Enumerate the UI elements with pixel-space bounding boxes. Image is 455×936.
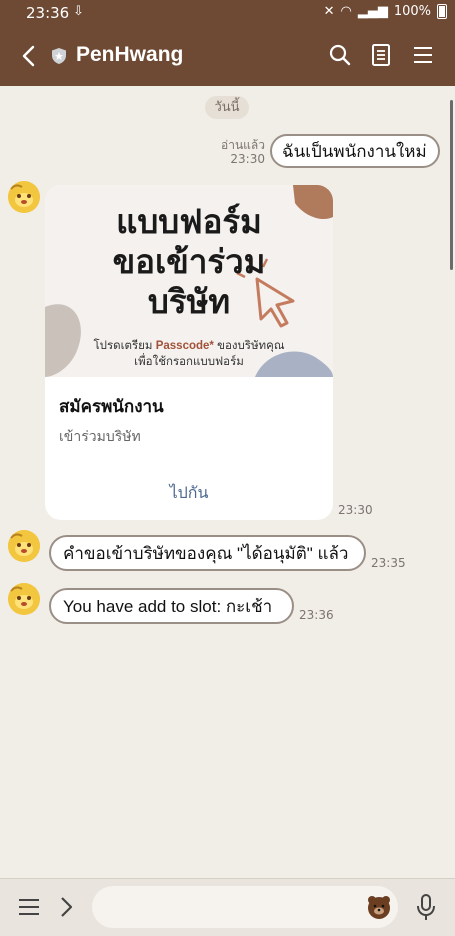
card-image-title-line3: บริษัท — [147, 283, 231, 320]
subtitle-prefix: โปรดเตรียม — [93, 340, 153, 352]
card-action-link[interactable]: ไปกัน — [45, 481, 333, 506]
avatar[interactable] — [8, 583, 40, 615]
subtitle-passcode: Passcode* — [155, 340, 214, 352]
message-text: You have add to slot: กะเช้า — [63, 597, 273, 616]
card-image-subtitle-2: เพื่อใช้กรอกแบบฟอร์ม — [134, 356, 244, 368]
card-title: สมัครพนักงาน — [59, 397, 164, 417]
message-text: ฉันเป็นพนักงานใหม่ — [282, 142, 427, 161]
form-card[interactable]: แบบฟอร์ม ขอเข้าร่วม บริษัท โปรดเตรียม Pa… — [45, 185, 333, 520]
sticker-icon[interactable] — [366, 894, 392, 920]
read-receipt: อ่านแล้ว — [221, 138, 265, 152]
message-text: คำขอเข้าบริษัทของคุณ "ได้อนุมัติ" แล้ว — [63, 544, 349, 563]
search-icon[interactable] — [328, 43, 352, 67]
card-image-title-line1: แบบฟอร์ม — [116, 203, 262, 240]
avatar-icon — [8, 583, 40, 615]
chat-header: PenHwang — [0, 26, 455, 86]
date-chip: วันนี้ — [205, 96, 249, 119]
card-image-title-line2: ขอเข้าร่วม — [112, 243, 266, 280]
chat-title[interactable]: PenHwang — [76, 43, 183, 67]
chevron-right-icon[interactable] — [58, 895, 76, 919]
wifi-icon: ◠ — [340, 4, 352, 19]
avatar[interactable] — [8, 530, 40, 562]
download-icon: ⇩ — [73, 4, 84, 19]
mute-icon: ✕ — [323, 4, 335, 19]
message-time: 23:30 — [230, 152, 265, 166]
status-bar: 23:36 ⇩ ✕ ◠ ▂▄▆ 100% — [0, 0, 455, 26]
notes-icon[interactable] — [369, 43, 393, 67]
card-description: เข้าร่วมบริษัท — [59, 429, 141, 445]
scrollbar[interactable] — [450, 100, 453, 270]
back-icon[interactable] — [18, 44, 40, 68]
avatar-icon — [8, 181, 40, 213]
microphone-icon[interactable] — [416, 893, 436, 921]
card-image[interactable]: แบบฟอร์ม ขอเข้าร่วม บริษัท โปรดเตรียม Pa… — [45, 185, 333, 377]
battery-level: 100% — [393, 4, 431, 19]
status-icons: ✕ ◠ ▂▄▆ 100% — [324, 4, 447, 19]
hamburger-menu-icon[interactable] — [18, 897, 40, 917]
avatar[interactable] — [8, 181, 40, 213]
message-time: 23:35 — [371, 556, 406, 570]
subtitle-suffix: ของบริษัทคุณ — [217, 340, 285, 352]
message-input[interactable] — [92, 886, 398, 928]
sent-message-bubble[interactable]: ฉันเป็นพนักงานใหม่ — [270, 134, 440, 168]
message-time: 23:30 — [338, 503, 373, 517]
battery-icon — [437, 4, 447, 19]
menu-icon[interactable] — [411, 43, 435, 67]
message-time: 23:36 — [299, 608, 334, 622]
message-meta: อ่านแล้ว 23:30 — [221, 138, 265, 166]
shield-icon — [52, 48, 66, 64]
status-time: 23:36 — [26, 4, 70, 22]
signal-icon: ▂▄▆ — [357, 4, 388, 19]
input-bar — [0, 878, 455, 936]
received-message-bubble[interactable]: You have add to slot: กะเช้า — [49, 588, 294, 624]
received-message-bubble[interactable]: คำขอเข้าบริษัทของคุณ "ได้อนุมัติ" แล้ว — [49, 535, 366, 571]
avatar-icon — [8, 530, 40, 562]
